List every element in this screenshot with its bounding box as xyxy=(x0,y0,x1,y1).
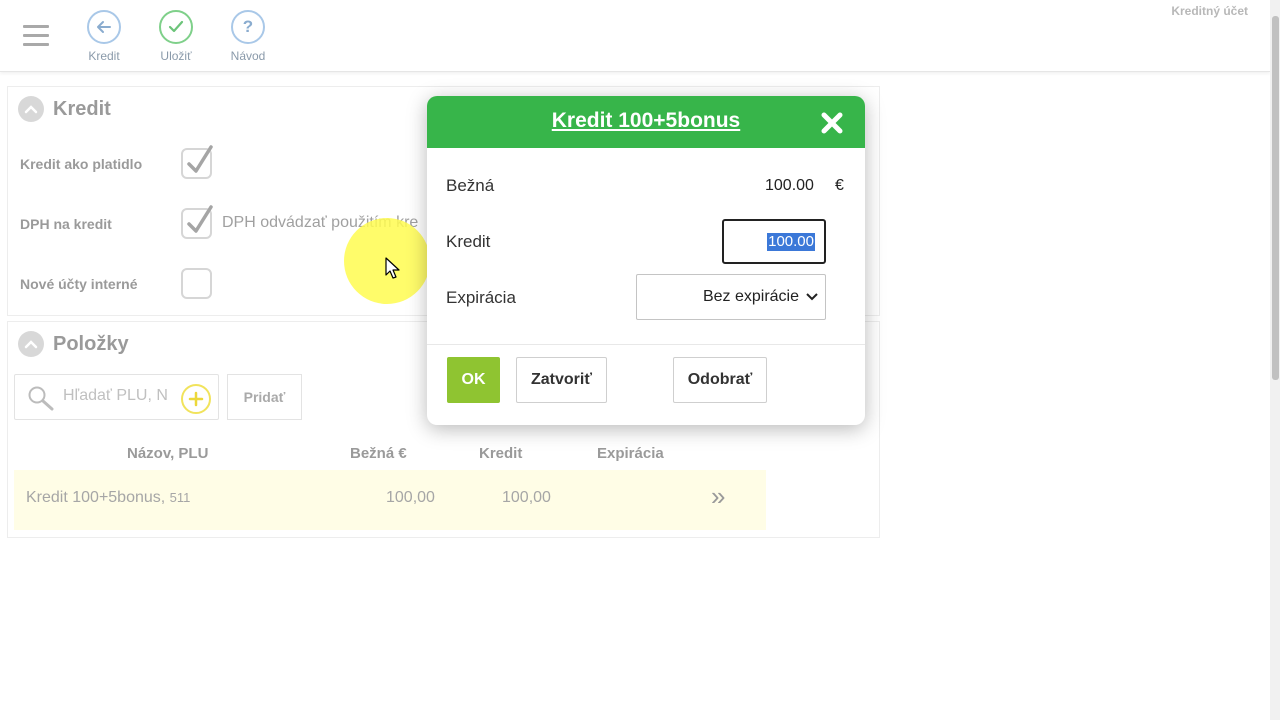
normal-price-value: 100.00 xyxy=(765,177,814,194)
column-header-name: Názov, PLU xyxy=(127,445,209,462)
currency-symbol: € xyxy=(835,177,844,194)
expiration-selected-value: Bez expirácie xyxy=(702,288,799,305)
checkmark-icon xyxy=(187,145,213,173)
normal-price-label: Bežná xyxy=(446,176,495,195)
item-name: Kredit 100+5bonus, xyxy=(26,489,166,506)
checkmark-icon xyxy=(159,10,193,44)
chevron-up-icon[interactable] xyxy=(18,331,44,357)
page-title: Kreditný účet xyxy=(1171,4,1248,18)
ok-button[interactable]: OK xyxy=(447,357,500,403)
chevron-down-icon xyxy=(806,293,818,301)
kredit-back-button[interactable]: Kredit xyxy=(74,10,134,63)
column-header-normal-price: Bežná € xyxy=(350,445,407,462)
checkmark-icon xyxy=(187,205,213,233)
credit-edit-dialog: Kredit 100+5bonus Bežná 100.00 € Kredit … xyxy=(427,96,865,425)
expiration-select[interactable]: Bez expirácie xyxy=(636,274,826,320)
save-label: Uložiť xyxy=(160,49,192,63)
credit-input-value: 100.00 xyxy=(767,233,815,251)
row-detail-icon[interactable]: » xyxy=(711,481,725,512)
mouse-cursor-icon xyxy=(385,257,400,279)
dialog-divider xyxy=(427,344,865,345)
dialog-header: Kredit 100+5bonus xyxy=(427,96,865,148)
remove-button[interactable]: Odobrať xyxy=(673,357,767,403)
item-normal-price: 100,00 xyxy=(386,489,435,506)
new-accounts-internal-label: Nové účty interné xyxy=(20,276,138,292)
close-icon[interactable] xyxy=(819,110,845,136)
kredit-as-payment-label: Kredit ako platidlo xyxy=(20,156,143,172)
search-icon xyxy=(28,386,54,411)
vat-on-credit-label: DPH na kredit xyxy=(20,216,112,232)
add-item-button[interactable]: Pridať xyxy=(227,374,302,420)
item-credit: 100,00 xyxy=(502,489,551,506)
scrollbar-thumb[interactable] xyxy=(1272,16,1279,380)
question-icon: ? xyxy=(231,10,265,44)
column-header-credit: Kredit xyxy=(479,445,523,462)
kredit-panel-title: Kredit xyxy=(53,97,111,120)
credit-label: Kredit xyxy=(446,232,491,251)
help-label: Návod xyxy=(230,49,266,63)
expiration-label: Expirácia xyxy=(446,288,516,307)
page-scrollbar[interactable] xyxy=(1270,0,1280,720)
top-toolbar: Kredit Uložiť ? Návod Kreditný účet xyxy=(0,0,1270,72)
save-button[interactable]: Uložiť xyxy=(146,10,206,63)
new-accounts-internal-checkbox[interactable] xyxy=(181,268,212,299)
kredit-back-label: Kredit xyxy=(88,49,120,63)
credit-input[interactable]: 100.00 xyxy=(722,219,826,264)
table-row[interactable]: Kredit 100+5bonus, 511 100,00 100,00 » xyxy=(14,470,766,530)
back-arrow-icon xyxy=(87,10,121,44)
dialog-title[interactable]: Kredit 100+5bonus xyxy=(552,109,740,133)
item-search-input[interactable] xyxy=(63,387,191,405)
chevron-up-icon[interactable] xyxy=(18,96,44,122)
items-panel-title: Položky xyxy=(53,332,129,355)
column-header-expiration: Expirácia xyxy=(597,445,664,462)
close-button[interactable]: Zatvoriť xyxy=(516,357,607,403)
item-name-cell: Kredit 100+5bonus, 511 xyxy=(26,489,190,507)
item-plu: 511 xyxy=(169,490,191,505)
vat-on-credit-checkbox[interactable] xyxy=(181,205,213,239)
menu-icon[interactable] xyxy=(23,25,49,47)
kredit-as-payment-checkbox[interactable] xyxy=(181,145,213,179)
item-search-box xyxy=(14,374,219,420)
help-button[interactable]: ? Návod xyxy=(218,10,278,63)
add-plus-icon[interactable] xyxy=(181,384,211,414)
